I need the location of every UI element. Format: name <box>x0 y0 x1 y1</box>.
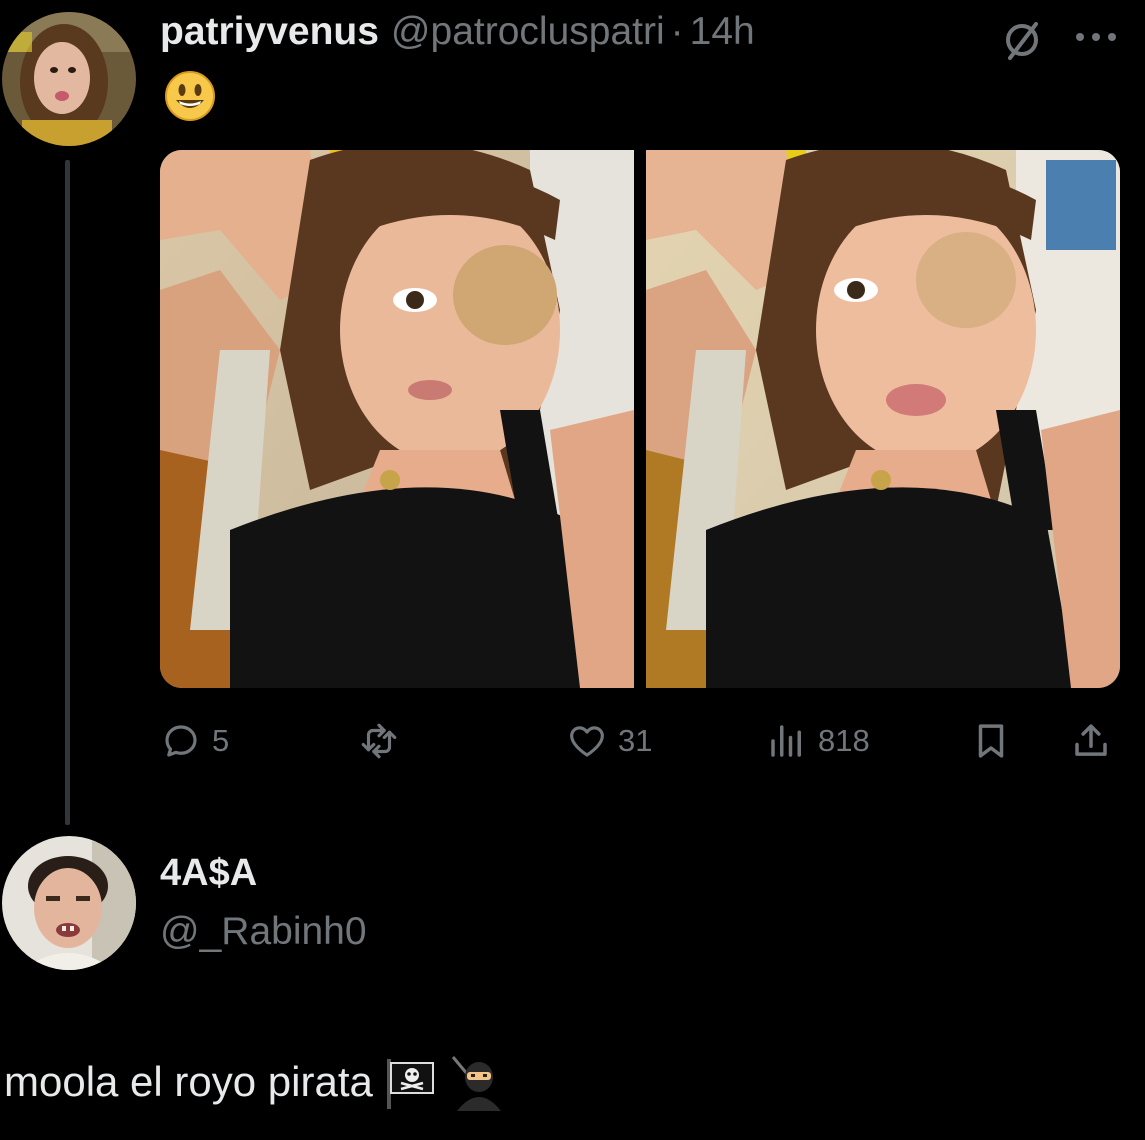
share-icon <box>1075 724 1107 756</box>
tweet-thread: patriyvenus @patrocluspatri · 14h 5 31 8… <box>0 0 1145 1140</box>
author-avatar[interactable] <box>2 12 136 146</box>
view-count: 818 <box>818 723 870 758</box>
tweet-media-grid[interactable] <box>160 150 1120 688</box>
retweet-icon <box>361 723 397 759</box>
media-photo-1[interactable] <box>160 150 634 688</box>
media-photo-2[interactable] <box>646 150 1120 688</box>
views-button[interactable]: 818 <box>766 718 870 764</box>
bookmark-button[interactable] <box>970 718 1012 764</box>
thread-connector-line <box>65 160 70 825</box>
reply-button[interactable]: 5 <box>160 718 229 764</box>
reply-body: moola el royo pirata <box>4 1053 505 1111</box>
analytics-icon <box>771 725 801 757</box>
author-handle[interactable]: @patrocluspatri <box>391 10 665 54</box>
reply-icon <box>165 725 197 757</box>
reply-display-name[interactable]: 4A$A <box>160 852 257 895</box>
retweet-button[interactable] <box>358 718 410 764</box>
like-button[interactable]: 31 <box>566 718 652 764</box>
reply-count: 5 <box>212 723 230 758</box>
reply-author-avatar[interactable] <box>2 836 136 970</box>
like-count: 31 <box>618 723 653 758</box>
separator-dot: · <box>670 10 684 53</box>
grok-icon[interactable] <box>1000 18 1044 62</box>
tweet-timestamp[interactable]: 14h <box>690 10 755 54</box>
ninja-emoji <box>447 1053 505 1111</box>
more-options-icon[interactable] <box>1074 30 1118 42</box>
reply-text: moola el royo pirata <box>4 1058 373 1105</box>
bookmark-icon <box>978 724 1004 758</box>
author-display-name[interactable]: patriyvenus <box>160 10 379 54</box>
heart-icon <box>570 726 604 757</box>
tweet-header: patriyvenus @patrocluspatri · 14h <box>160 10 755 58</box>
share-button[interactable] <box>1070 718 1112 764</box>
smiling-face-emoji <box>164 70 216 122</box>
reply-handle[interactable]: @_Rabinh0 <box>160 910 367 954</box>
pirate-flag-emoji <box>381 1053 439 1111</box>
